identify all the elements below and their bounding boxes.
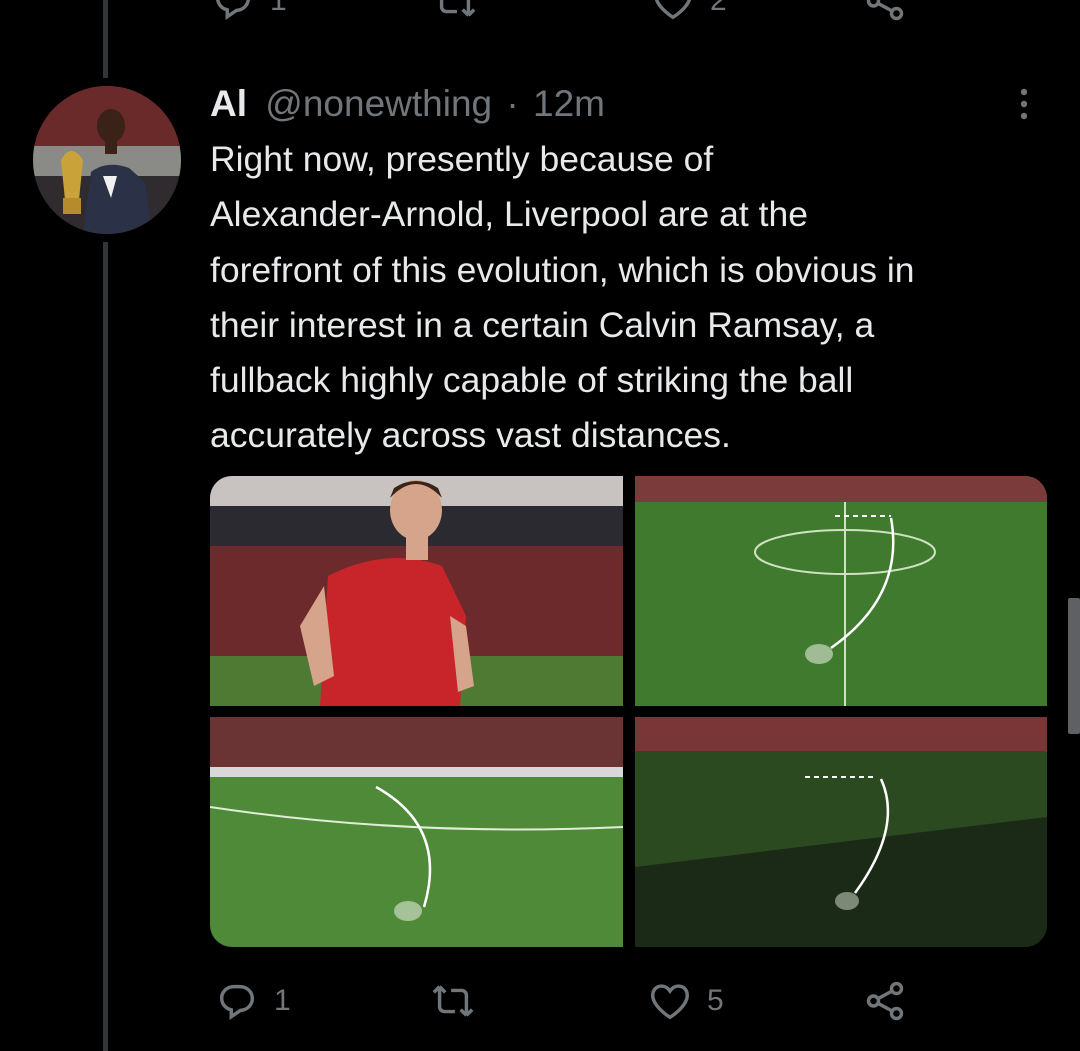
like-button[interactable]: 5 (647, 978, 724, 1024)
tweet-text: Right now, presently because of Alexande… (210, 139, 915, 456)
reply-count: 1 (274, 984, 291, 1017)
author-name[interactable]: Al (210, 83, 247, 124)
prev-retweet-button[interactable] (432, 0, 478, 24)
like-icon (651, 984, 689, 1020)
like-icon (654, 0, 692, 20)
more-options-button[interactable] (1012, 86, 1036, 122)
avatar-image (33, 86, 181, 234)
prev-share-button[interactable] (862, 0, 908, 24)
media-photo-4[interactable] (635, 717, 1047, 947)
media-photo-2[interactable] (635, 476, 1047, 706)
more-icon (1020, 88, 1028, 120)
retweet-icon (432, 985, 474, 1017)
share-icon (866, 981, 904, 1021)
avatar[interactable] (33, 86, 181, 234)
prev-reply-count: 1 (270, 0, 287, 17)
reply-icon (219, 984, 255, 1020)
retweet-button[interactable] (430, 978, 490, 1024)
reply-icon (216, 0, 250, 20)
media-photo-1[interactable] (210, 476, 623, 706)
tweet-time[interactable]: 12m (533, 83, 605, 124)
reply-button[interactable]: 1 (214, 978, 291, 1024)
prev-reply-button[interactable]: 1 (210, 0, 287, 24)
prev-like-count: 2 (710, 0, 727, 17)
meta-separator: · (506, 83, 519, 124)
scrollbar[interactable] (1068, 598, 1080, 734)
author-handle[interactable]: @nonewthing (265, 83, 492, 124)
media-photo-3[interactable] (210, 717, 623, 947)
prev-like-button[interactable]: 2 (650, 0, 727, 24)
share-button[interactable] (862, 978, 908, 1024)
tweet-header: Al @nonewthing · 12m (210, 82, 605, 126)
retweet-icon (439, 0, 476, 17)
like-count: 5 (707, 984, 724, 1017)
thread-line-top (103, 0, 108, 78)
previous-tweet-actions: 1 2 (210, 0, 1030, 22)
thread-line-bottom (103, 242, 108, 1051)
share-icon (866, 0, 904, 21)
media-grid (210, 476, 1047, 947)
